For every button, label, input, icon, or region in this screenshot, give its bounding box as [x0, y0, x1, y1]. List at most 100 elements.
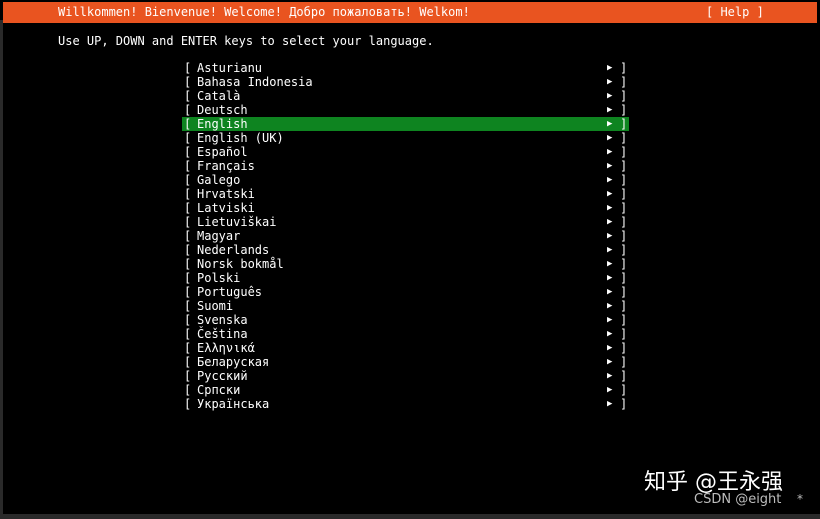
arrow-right-icon: ▶ [607, 77, 613, 87]
arrow-right-icon: ▶ [607, 245, 613, 255]
bracket-open: [ [184, 299, 192, 313]
bracket-close: ] [620, 61, 628, 75]
bracket-open: [ [184, 131, 192, 145]
language-option[interactable]: [Latviski ▶] [182, 201, 629, 215]
language-label: Norsk bokmål [197, 257, 284, 271]
bracket-open: [ [184, 257, 192, 271]
bracket-open: [ [184, 397, 192, 411]
language-label: Lietuviškai [197, 215, 277, 229]
arrow-right-icon: ▶ [607, 301, 613, 311]
language-option[interactable]: [Ελληνικά ▶] [182, 341, 629, 355]
language-label: Hrvatski [197, 187, 255, 201]
arrow-right-icon: ▶ [607, 217, 613, 227]
language-label: Svenska [197, 313, 248, 327]
language-label: Српски [197, 383, 241, 397]
bracket-close: ] [620, 257, 628, 271]
bracket-close: ] [620, 383, 628, 397]
language-option[interactable]: [ English (UK) ▶] [182, 131, 629, 145]
arrow-right-icon: ▶ [607, 91, 613, 101]
bracket-close: ] [620, 215, 628, 229]
bracket-close: ] [620, 299, 628, 313]
language-option[interactable]: [Galego ▶] [182, 173, 629, 187]
language-option[interactable]: [Español ▶] [182, 145, 629, 159]
bracket-close: ] [620, 313, 628, 327]
header-bar: Willkommen! Bienvenue! Welcome! Добро по… [3, 2, 817, 23]
language-label: Asturianu [197, 61, 263, 75]
bracket-open: [ [184, 271, 192, 285]
bracket-open: [ [184, 229, 192, 243]
language-label: Català [197, 89, 241, 103]
arrow-right-icon: ▶ [607, 259, 613, 269]
language-label: Magyar [197, 229, 241, 243]
language-option[interactable]: [ Norsk bokmål ▶] [182, 257, 629, 271]
language-option[interactable]: [Magyar ▶] [182, 229, 629, 243]
language-option[interactable]: [Français ▶] [182, 159, 629, 173]
bracket-close: ] [620, 243, 628, 257]
language-option[interactable]: [Беларуская ▶] [182, 355, 629, 369]
language-option[interactable]: [English ▶] [182, 117, 629, 131]
bracket-close: ] [620, 341, 628, 355]
language-option[interactable]: [Português ▶] [182, 285, 629, 299]
arrow-right-icon: ▶ [607, 119, 613, 129]
arrow-right-icon: ▶ [607, 385, 613, 395]
bracket-open: [ [184, 341, 192, 355]
language-option[interactable]: [Nederlands ▶] [182, 243, 629, 257]
language-option[interactable]: [Svenska ▶] [182, 313, 629, 327]
language-list: [Asturianu ▶] [Bahasa Indonesia ▶] [Català ▶]… [182, 61, 629, 411]
language-label: Suomi [197, 299, 234, 313]
bracket-open: [ [184, 313, 192, 327]
installer-screen: Willkommen! Bienvenue! Welcome! Добро по… [0, 0, 820, 519]
bracket-close: ] [620, 271, 628, 285]
bracket-open: [ [184, 159, 192, 173]
arrow-right-icon: ▶ [607, 399, 613, 409]
bracket-open: [ [184, 383, 192, 397]
window-edge-bottom [0, 514, 820, 519]
bracket-close: ] [620, 159, 628, 173]
welcome-title: Willkommen! Bienvenue! Welcome! Добро по… [58, 5, 470, 19]
language-label: Nederlands [197, 243, 270, 257]
language-label: Español [197, 145, 248, 159]
language-option[interactable]: [Deutsch ▶] [182, 103, 629, 117]
bracket-close: ] [620, 285, 628, 299]
bracket-close: ] [620, 103, 628, 117]
language-option[interactable]: [Asturianu ▶] [182, 61, 629, 75]
bracket-close: ] [620, 327, 628, 341]
language-label: Français [197, 159, 255, 173]
bracket-close: ] [620, 173, 628, 187]
language-option[interactable]: [Lietuviškai ▶] [182, 215, 629, 229]
bracket-close: ] [620, 201, 628, 215]
language-option[interactable]: [Čeština ▶] [182, 327, 629, 341]
language-label: English [197, 117, 248, 131]
language-option[interactable]: [ Српски ▶] [182, 383, 629, 397]
language-option[interactable]: [Русский ▶] [182, 369, 629, 383]
language-label: Polski [197, 271, 241, 285]
arrow-right-icon: ▶ [607, 133, 613, 143]
bracket-open: [ [184, 145, 192, 159]
help-button[interactable]: [ Help ] [706, 2, 764, 23]
language-label: English (UK) [197, 131, 284, 145]
bracket-open: [ [184, 75, 192, 89]
language-option[interactable]: [Bahasa Indonesia ▶] [182, 75, 629, 89]
language-option[interactable]: [Català ▶] [182, 89, 629, 103]
arrow-right-icon: ▶ [607, 329, 613, 339]
language-option[interactable]: [Polski ▶] [182, 271, 629, 285]
arrow-right-icon: ▶ [607, 343, 613, 353]
bracket-close: ] [620, 355, 628, 369]
language-label: Українська [197, 397, 270, 411]
bracket-open: [ [184, 327, 192, 341]
csdn-watermark: CSDN @eight [694, 492, 782, 507]
arrow-right-icon: ▶ [607, 147, 613, 157]
language-option[interactable]: [Українська ▶] [182, 397, 629, 411]
language-option[interactable]: [ Suomi ▶] [182, 299, 629, 313]
arrow-right-icon: ▶ [607, 63, 613, 73]
language-label: Русский [197, 369, 248, 383]
language-label: Deutsch [197, 103, 248, 117]
language-option[interactable]: [Hrvatski ▶] [182, 187, 629, 201]
bracket-close: ] [620, 187, 628, 201]
arrow-right-icon: ▶ [607, 357, 613, 367]
watermark-star: * [797, 492, 803, 506]
bracket-open: [ [184, 89, 192, 103]
bracket-close: ] [620, 131, 628, 145]
arrow-right-icon: ▶ [607, 203, 613, 213]
bracket-open: [ [184, 355, 192, 369]
